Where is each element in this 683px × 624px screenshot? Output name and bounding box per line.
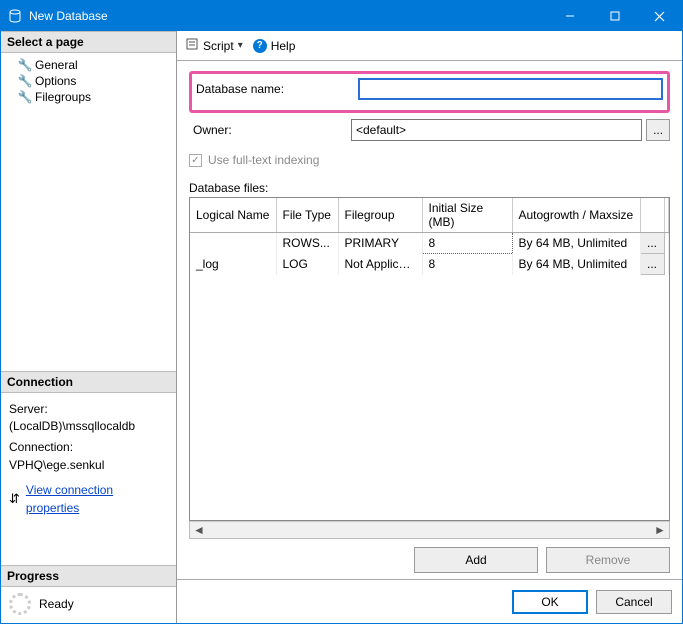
cell-ellipsis-button[interactable]: ... xyxy=(640,254,664,275)
window: New Database Select a page 🔧 General 🔧 Opt… xyxy=(0,0,683,624)
connection-icon: ⇵ xyxy=(9,490,20,509)
script-button[interactable]: Script ▾ xyxy=(185,37,243,54)
help-button[interactable]: ? Help xyxy=(253,39,296,53)
dialog-buttons: OK Cancel xyxy=(177,579,682,623)
cell-extra[interactable]: C xyxy=(664,254,669,275)
connection-name-value: VPHQ\ege.senkul xyxy=(9,457,168,474)
connection-name-label: Connection: xyxy=(9,439,168,456)
fulltext-label: Use full-text indexing xyxy=(208,153,319,167)
view-connection-properties-link[interactable]: View connection properties xyxy=(26,482,168,517)
horizontal-scrollbar[interactable]: ◄ ► xyxy=(189,521,670,539)
cell-size[interactable]: 8 xyxy=(422,233,512,254)
progress-header: Progress xyxy=(1,565,176,587)
server-value: (LocalDB)\mssqllocaldb xyxy=(9,418,168,435)
cell-name[interactable] xyxy=(190,233,276,254)
dropdown-icon[interactable]: ▾ xyxy=(238,40,243,51)
col-extra[interactable]: F xyxy=(664,198,669,233)
cell-extra[interactable]: C xyxy=(664,233,669,254)
right-pane: Script ▾ ? Help Database name: xyxy=(177,31,682,623)
database-files-grid-wrap: Logical Name File Type Filegroup Initial… xyxy=(189,197,670,539)
col-file-type[interactable]: File Type xyxy=(276,198,338,233)
close-button[interactable] xyxy=(637,1,682,31)
wrench-icon: 🔧 xyxy=(19,75,31,87)
add-remove-row: Add Remove xyxy=(189,539,670,573)
page-options[interactable]: 🔧 Options xyxy=(19,73,176,89)
toolbar: Script ▾ ? Help xyxy=(177,31,682,61)
progress-status: Ready xyxy=(39,597,74,611)
wrench-icon: 🔧 xyxy=(19,59,31,71)
col-filegroup[interactable]: Filegroup xyxy=(338,198,422,233)
grid-header-row: Logical Name File Type Filegroup Initial… xyxy=(190,198,669,233)
cell-growth[interactable]: By 64 MB, Unlimited xyxy=(512,233,640,254)
table-row[interactable]: ROWS... PRIMARY 8 By 64 MB, Unlimited ..… xyxy=(190,233,669,254)
col-initial-size[interactable]: Initial Size (MB) xyxy=(422,198,512,233)
scroll-right-icon[interactable]: ► xyxy=(651,522,669,538)
cell-filegroup[interactable]: Not Applicable xyxy=(338,254,422,275)
connection-header: Connection xyxy=(1,371,176,393)
cell-size[interactable]: 8 xyxy=(422,254,512,275)
page-label: Filegroups xyxy=(35,90,91,104)
page-list: 🔧 General 🔧 Options 🔧 Filegroups xyxy=(1,53,176,109)
script-label: Script xyxy=(203,39,234,53)
remove-button: Remove xyxy=(546,547,670,573)
fulltext-row: ✓ Use full-text indexing xyxy=(189,153,670,167)
help-label: Help xyxy=(271,39,296,53)
database-files-label: Database files: xyxy=(189,181,670,195)
page-label: Options xyxy=(35,74,76,88)
database-icon xyxy=(7,8,23,24)
scroll-left-icon[interactable]: ◄ xyxy=(190,522,208,538)
col-autogrowth[interactable]: Autogrowth / Maxsize xyxy=(512,198,640,233)
add-button[interactable]: Add xyxy=(414,547,538,573)
ok-button[interactable]: OK xyxy=(512,590,588,614)
cell-growth[interactable]: By 64 MB, Unlimited xyxy=(512,254,640,275)
page-filegroups[interactable]: 🔧 Filegroups xyxy=(19,89,176,105)
window-title: New Database xyxy=(29,9,547,23)
progress-section: Ready xyxy=(1,587,176,623)
wrench-icon: 🔧 xyxy=(19,91,31,103)
database-files-grid[interactable]: Logical Name File Type Filegroup Initial… xyxy=(189,197,670,521)
progress-spinner-icon xyxy=(9,593,31,615)
cell-filegroup[interactable]: PRIMARY xyxy=(338,233,422,254)
help-icon: ? xyxy=(253,39,267,53)
owner-label: Owner: xyxy=(189,123,351,137)
fulltext-checkbox: ✓ xyxy=(189,154,202,167)
server-label: Server: xyxy=(9,401,168,418)
script-icon xyxy=(185,37,199,54)
cell-filetype[interactable]: LOG xyxy=(276,254,338,275)
connection-section: Server: (LocalDB)\mssqllocaldb Connectio… xyxy=(1,393,176,525)
select-page-header: Select a page xyxy=(1,31,176,53)
cell-name[interactable]: _log xyxy=(190,254,276,275)
database-name-label: Database name: xyxy=(196,82,358,96)
left-pane: Select a page 🔧 General 🔧 Options 🔧 Filegro… xyxy=(1,31,177,623)
owner-input[interactable] xyxy=(351,119,642,141)
owner-browse-button[interactable]: ... xyxy=(646,119,670,141)
col-ellipsis[interactable] xyxy=(640,198,664,233)
titlebar[interactable]: New Database xyxy=(1,1,682,31)
cancel-button[interactable]: Cancel xyxy=(596,590,672,614)
page-general[interactable]: 🔧 General xyxy=(19,57,176,73)
dialog-body: Select a page 🔧 General 🔧 Options 🔧 Filegro… xyxy=(1,31,682,623)
database-name-input[interactable] xyxy=(358,78,663,100)
maximize-button[interactable] xyxy=(592,1,637,31)
page-label: General xyxy=(35,58,78,72)
highlighted-row: Database name: xyxy=(189,71,670,113)
window-buttons xyxy=(547,1,682,31)
cell-filetype[interactable]: ROWS... xyxy=(276,233,338,254)
content-area: Database name: Owner: ... ✓ Use ful xyxy=(177,61,682,579)
table-row[interactable]: _log LOG Not Applicable 8 By 64 MB, Unli… xyxy=(190,254,669,275)
col-logical-name[interactable]: Logical Name xyxy=(190,198,276,233)
cell-ellipsis-button[interactable]: ... xyxy=(640,233,664,254)
minimize-button[interactable] xyxy=(547,1,592,31)
